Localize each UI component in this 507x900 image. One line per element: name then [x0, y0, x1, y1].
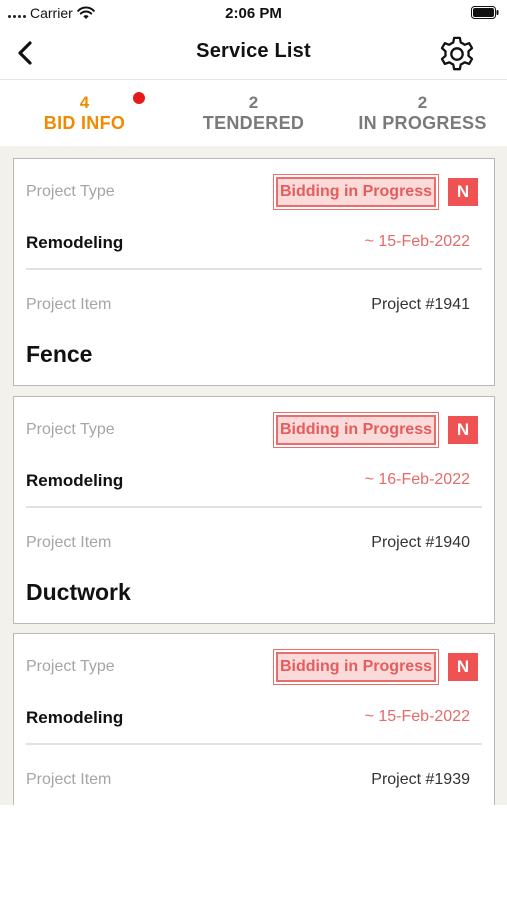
tab-bid-info[interactable]: 4 BID INFO	[0, 80, 169, 146]
divider	[26, 506, 482, 508]
bid-date: ~ 15-Feb-2022	[364, 233, 470, 250]
navigation-bar: Service List	[0, 26, 507, 80]
status-bar: Carrier 2:06 PM	[0, 0, 507, 26]
tab-bar: 4 BID INFO 2 TENDERED 2 IN PROGRESS	[0, 80, 507, 146]
new-badge: N	[448, 653, 478, 681]
service-card[interactable]: Project Type Bidding in Progress N Remod…	[13, 158, 495, 386]
divider	[26, 268, 482, 270]
project-item-name: Ductwork	[26, 579, 131, 605]
project-number: Project #1939	[371, 771, 470, 788]
bid-date: ~ 16-Feb-2022	[364, 471, 470, 488]
new-badge: N	[448, 178, 478, 206]
project-number: Project #1940	[371, 534, 470, 551]
badge-area: Bidding in Progress N	[272, 174, 478, 210]
project-item-name: Fence	[26, 341, 93, 367]
tab-label: IN PROGRESS	[358, 113, 487, 133]
notification-dot	[133, 92, 145, 104]
clock: 2:06 PM	[225, 5, 282, 22]
status-badge: Bidding in Progress	[272, 412, 440, 448]
status-badge: Bidding in Progress	[272, 649, 440, 685]
badge-area: Bidding in Progress N	[272, 412, 478, 448]
page-title: Service List	[196, 40, 311, 62]
divider	[26, 743, 482, 745]
tab-in-progress[interactable]: 2 IN PROGRESS	[338, 80, 507, 146]
bid-date: ~ 15-Feb-2022	[364, 708, 470, 725]
tab-label: BID INFO	[43, 113, 126, 133]
tab-count: 2	[417, 93, 428, 112]
service-card[interactable]: Project Type Bidding in Progress N Remod…	[13, 633, 495, 805]
project-number: Project #1941	[371, 296, 470, 313]
badge-area: Bidding in Progress N	[272, 649, 478, 685]
service-list[interactable]: Project Type Bidding in Progress N Remod…	[0, 146, 507, 805]
service-card[interactable]: Project Type Bidding in Progress N Remod…	[13, 396, 495, 624]
settings-button[interactable]	[437, 34, 477, 74]
gear-icon	[440, 36, 474, 71]
tab-tendered[interactable]: 2 TENDERED	[169, 80, 338, 146]
battery-icon	[471, 6, 499, 19]
status-badge: Bidding in Progress	[272, 174, 440, 210]
tab-label: TENDERED	[202, 113, 305, 133]
tab-count: 2	[248, 93, 259, 112]
new-badge: N	[448, 416, 478, 444]
